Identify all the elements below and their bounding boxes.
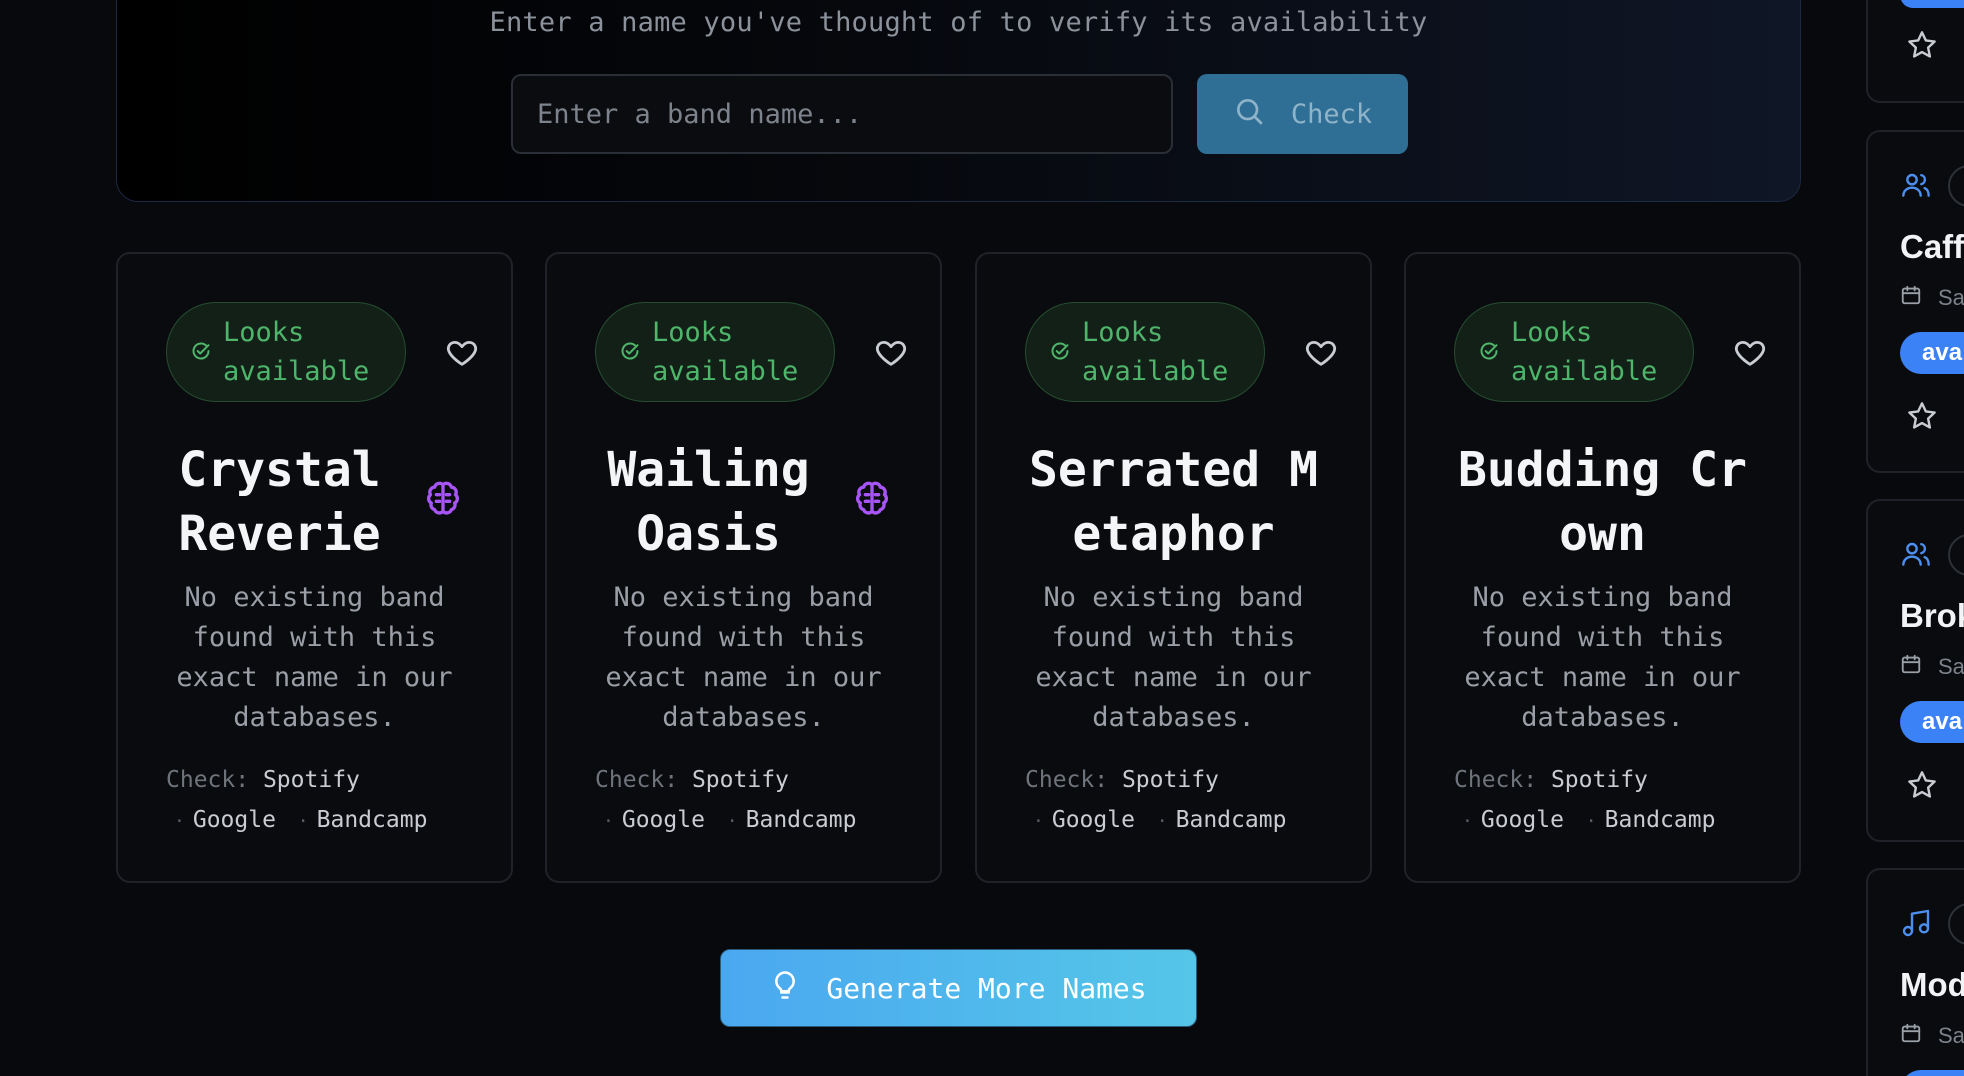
availability-badge: Looks available [1025,302,1265,402]
saved-item-date-text: Sa [1938,285,1964,310]
separator-dot: · [726,811,738,832]
lightbulb-icon [770,970,800,1007]
card-description: No existing band found with this exact n… [1464,582,1741,733]
bandcamp-link[interactable]: Bandcamp [317,807,428,833]
rail-toggle[interactable] [1948,903,1964,945]
google-link[interactable]: Google [1052,807,1135,833]
band-name: Crystal Reverie [178,442,381,562]
calendar-icon [1900,653,1922,681]
brain-icon [852,478,892,518]
saved-item-title: Caff [1900,228,1964,265]
check-links: Check: Spotify · Google · Bandcamp [166,760,481,842]
bandcamp-link[interactable]: Bandcamp [1605,807,1716,833]
band-name-input[interactable] [511,74,1173,154]
name-card: Looks available Serrated Metaphor No exi… [975,252,1372,883]
saved-item-date: Sa [1900,284,1964,312]
google-link[interactable]: Google [193,807,276,833]
saved-item-date: Sa [1900,1022,1964,1050]
generate-more-button[interactable]: Generate More Names [720,949,1197,1027]
card-description: No existing band found with this exact n… [176,582,453,733]
status-pill: ava [1900,701,1964,743]
availability-text: Looks available [1511,317,1658,387]
check-label: Check: [1025,767,1109,793]
check-label: Check: [1454,767,1538,793]
availability-text: Looks available [652,317,799,387]
availability-text: Looks available [1082,317,1229,387]
rail-toggle[interactable] [1948,534,1964,576]
generate-more-label: Generate More Names [826,971,1147,1005]
card-description: No existing band found with this exact n… [605,582,882,733]
availability-badge: Looks available [1454,302,1694,402]
music-icon [1900,907,1932,939]
users-icon [1900,538,1932,570]
name-card: Looks available Budding Crown No existin… [1404,252,1801,883]
spotify-link[interactable]: Spotify [1551,767,1648,793]
calendar-icon [1900,1022,1922,1050]
saved-item-card[interactable]: Mode Sa [1866,868,1964,1076]
check-button-label: Check [1290,98,1373,130]
check-links: Check: Spotify · Google · Bandcamp [595,760,910,842]
availability-badge: Looks available [166,302,406,402]
star-icon[interactable] [1906,769,1938,801]
star-icon[interactable] [1906,400,1938,432]
separator-dot: · [297,811,309,832]
spotify-link[interactable]: Spotify [692,767,789,793]
bandcamp-link[interactable]: Bandcamp [746,807,857,833]
star-icon[interactable] [1906,29,1938,61]
band-name: Wailing Oasis [607,442,810,562]
availability-badge: Looks available [595,302,835,402]
favorite-heart-icon[interactable] [1304,336,1338,370]
name-card: Looks available Crystal Reverie No exist… [116,252,513,883]
check-label: Check: [595,767,679,793]
favorite-heart-icon[interactable] [874,336,908,370]
google-link[interactable]: Google [622,807,705,833]
band-name: Budding Crown [1458,442,1747,562]
check-links: Check: Spotify · Google · Bandcamp [1454,760,1769,842]
favorite-heart-icon[interactable] [1733,336,1767,370]
users-icon [1900,169,1932,201]
card-description: No existing band found with this exact n… [1035,582,1312,733]
separator-dot: · [1462,811,1473,832]
separator-dot: · [1585,811,1597,832]
name-card: Looks available Wailing Oasis No existin… [545,252,942,883]
saved-item-title: Brok [1900,597,1964,634]
bandcamp-link[interactable]: Bandcamp [1176,807,1287,833]
separator-dot: · [1033,811,1044,832]
separator-dot: · [603,811,614,832]
saved-item-date: Sa [1900,653,1964,681]
google-link[interactable]: Google [1481,807,1564,833]
band-name: Serrated Metaphor [1029,442,1318,562]
check-circle-icon [1479,333,1499,372]
favorite-heart-icon[interactable] [445,336,479,370]
spotify-link[interactable]: Spotify [1122,767,1219,793]
check-circle-icon [620,333,640,372]
saved-item-card[interactable]: Brok Sa ava [1866,499,1964,842]
status-pill [1900,1070,1964,1076]
brain-icon [423,478,463,518]
saved-item-title: Mode [1900,966,1964,1003]
check-links: Check: Spotify · Google · Bandcamp [1025,760,1340,842]
availability-text: Looks available [223,317,370,387]
separator-dot: · [1156,811,1168,832]
checker-subtitle: Enter a name you've thought of to verify… [489,7,1428,38]
check-circle-icon [1050,333,1070,372]
calendar-icon [1900,284,1922,312]
status-pill: ava [1900,332,1964,374]
saved-item-card[interactable] [1866,0,1964,103]
saved-item-date-text: Sa [1938,654,1964,679]
saved-item-card[interactable]: Caff Sa ava [1866,130,1964,473]
check-label: Check: [166,767,250,793]
status-pill [1900,0,1964,8]
saved-item-date-text: Sa [1938,1023,1964,1048]
check-circle-icon [191,333,211,372]
name-checker-panel: Enter a name you've thought of to verify… [116,0,1801,202]
search-icon [1233,95,1265,134]
rail-toggle[interactable] [1948,165,1964,207]
separator-dot: · [174,811,185,832]
spotify-link[interactable]: Spotify [263,767,360,793]
check-button[interactable]: Check [1197,74,1408,154]
